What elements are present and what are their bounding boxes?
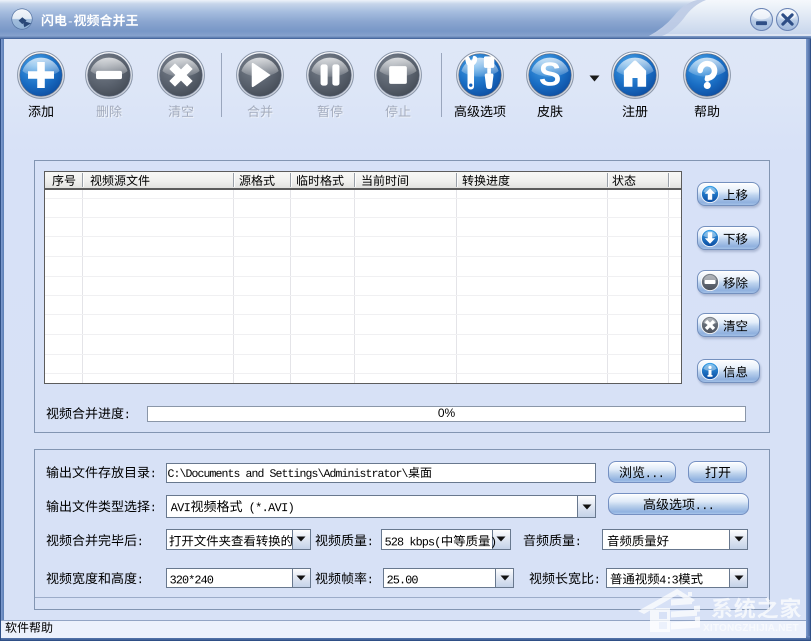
svg-text:S: S — [539, 57, 561, 94]
